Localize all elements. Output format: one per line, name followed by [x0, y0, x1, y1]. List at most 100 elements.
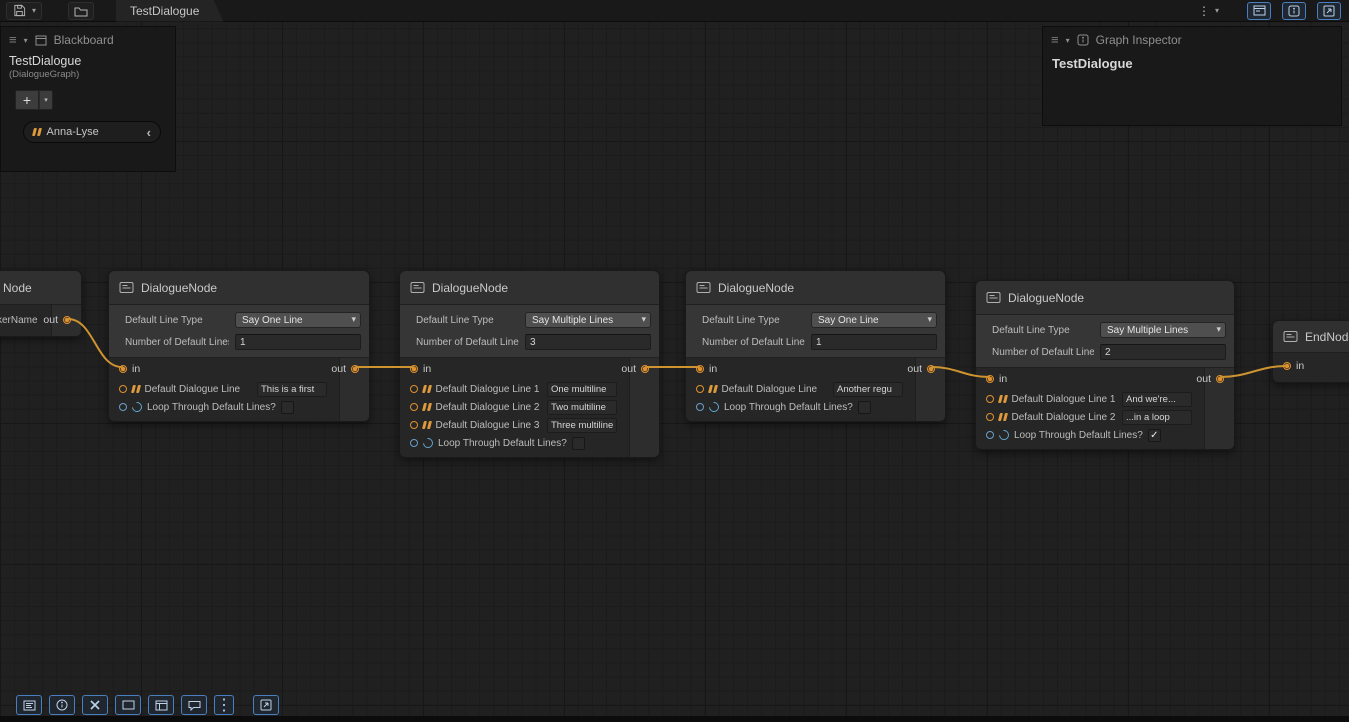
dialogue-node[interactable]: DialogueNode Default Line Type Say One L…	[685, 270, 946, 422]
end-node-icon	[1283, 330, 1298, 343]
num-lines-input[interactable]: 1	[811, 334, 937, 350]
out-port[interactable]	[1216, 375, 1224, 383]
line-port[interactable]	[410, 403, 418, 411]
line-port[interactable]	[410, 385, 418, 393]
node-title-bar[interactable]: Node	[0, 271, 81, 305]
panel-title: Blackboard	[54, 33, 114, 47]
line-port[interactable]	[696, 385, 704, 393]
dropdown-value: Say Multiple Lines	[1107, 325, 1188, 336]
in-port[interactable]	[119, 365, 127, 373]
node-title-bar[interactable]: EndNode	[1273, 321, 1349, 353]
collapse-caret-icon[interactable]: ▾	[24, 36, 28, 45]
line-port[interactable]	[410, 421, 418, 429]
loop-checkbox[interactable]	[858, 401, 871, 414]
fullscreen-overlay-button[interactable]	[253, 695, 279, 715]
node-title: DialogueNode	[1008, 291, 1084, 305]
loop-port[interactable]	[410, 439, 418, 447]
loop-checkbox[interactable]	[572, 437, 585, 450]
dialogue-line-input[interactable]: Two multiline	[547, 400, 617, 415]
loop-icon	[707, 400, 721, 414]
line-type-dropdown[interactable]: Say One Line	[235, 312, 361, 328]
blackboard-panel[interactable]: ≡ ▾ Blackboard TestDialogue (DialogueGra…	[0, 26, 176, 172]
out-port[interactable]	[927, 365, 935, 373]
out-port-label: out	[907, 363, 922, 375]
overlay-kebab-button[interactable]: ⋮	[214, 695, 234, 715]
graph-tab[interactable]: TestDialogue	[116, 0, 223, 22]
dialogue-line-input[interactable]: And we're...	[1122, 392, 1192, 407]
quote-icon	[33, 128, 41, 136]
property-label: Anna-Lyse	[47, 126, 99, 138]
dialogue-node[interactable]: DialogueNode Default Line Type Say Multi…	[975, 280, 1235, 450]
quote-icon	[423, 385, 431, 393]
dialogue-overlay-button[interactable]	[181, 695, 207, 715]
line-port[interactable]	[986, 413, 994, 421]
loop-checkbox[interactable]	[281, 401, 294, 414]
num-lines-input[interactable]: 2	[1100, 344, 1226, 360]
overlay-dropdown-caret[interactable]: ▾	[1212, 6, 1222, 15]
hamburger-icon[interactable]: ≡	[1051, 35, 1059, 45]
line-type-dropdown[interactable]: Say Multiple Lines	[1100, 322, 1226, 338]
line-type-dropdown[interactable]: Say Multiple Lines	[525, 312, 651, 328]
save-dropdown-caret[interactable]: ▾	[29, 6, 39, 15]
graph-canvas[interactable]: Node kerName out DialogueNode Default Li…	[0, 0, 1349, 722]
dialogue-node[interactable]: DialogueNode Default Line Type Say Multi…	[399, 270, 660, 458]
in-port[interactable]	[410, 365, 418, 373]
add-property-button[interactable]: +	[15, 90, 39, 110]
graph-inspector-panel[interactable]: ≡ ▾ Graph Inspector TestDialogue	[1042, 26, 1342, 126]
node-title: DialogueNode	[432, 281, 508, 295]
open-asset-button[interactable]	[68, 2, 94, 20]
dialogue-line-input[interactable]: ...in a loop	[1122, 410, 1192, 425]
toggle-inspector-button[interactable]	[1282, 2, 1306, 20]
in-port[interactable]	[986, 375, 994, 383]
dialogue-node-icon	[986, 291, 1001, 304]
graph-overlay-button[interactable]	[148, 695, 174, 715]
blackboard-icon	[35, 35, 47, 46]
save-button[interactable]	[9, 3, 29, 19]
loop-port[interactable]	[986, 431, 994, 439]
collapse-caret-icon[interactable]: ▾	[1066, 36, 1070, 45]
loop-checkbox[interactable]	[1148, 429, 1161, 442]
toggle-blackboard-button[interactable]	[1247, 2, 1271, 20]
out-port[interactable]	[641, 365, 649, 373]
end-node[interactable]: EndNode in	[1272, 320, 1349, 383]
node-title-bar[interactable]: DialogueNode	[976, 281, 1234, 315]
dialogue-line-input[interactable]: This is a first	[257, 382, 327, 397]
out-port[interactable]	[351, 365, 359, 373]
loop-label: Loop Through Default Lines?	[438, 438, 567, 449]
loop-port[interactable]	[119, 403, 127, 411]
in-port[interactable]	[696, 365, 704, 373]
in-port[interactable]	[1283, 362, 1291, 370]
dialogue-line-input[interactable]: Three multiline	[547, 418, 617, 433]
node-title: EndNode	[1305, 330, 1349, 344]
dialogue-node[interactable]: DialogueNode Default Line Type Say One L…	[108, 270, 370, 422]
node-title-bar[interactable]: DialogueNode	[400, 271, 659, 305]
out-port-label: out	[621, 363, 636, 375]
out-port[interactable]	[63, 316, 71, 324]
chevron-left-icon[interactable]: ‹	[147, 125, 151, 140]
hamburger-icon[interactable]: ≡	[9, 35, 17, 45]
line-type-dropdown[interactable]: Say One Line	[811, 312, 937, 328]
blackboard-overlay-button[interactable]	[16, 695, 42, 715]
node-title-bar[interactable]: DialogueNode	[686, 271, 945, 305]
add-property-dropdown[interactable]: ▾	[39, 90, 53, 110]
blackboard-property[interactable]: Anna-Lyse ‹	[23, 121, 161, 143]
line-port[interactable]	[986, 395, 994, 403]
dialogue-line-input[interactable]: One multiline	[547, 382, 617, 397]
quote-icon	[999, 413, 1007, 421]
tools-overlay-button[interactable]	[82, 695, 108, 715]
dialogue-line-input[interactable]: Another regu	[833, 382, 903, 397]
num-lines-input[interactable]: 1	[235, 334, 361, 350]
loop-port[interactable]	[696, 403, 704, 411]
line-port[interactable]	[119, 385, 127, 393]
speaker-node[interactable]: Node kerName out	[0, 270, 82, 337]
out-port-label: out	[331, 363, 346, 375]
dropdown-value: Say One Line	[242, 315, 303, 326]
field-label: Number of Default Lines	[702, 337, 805, 348]
minimap-overlay-button[interactable]	[115, 695, 141, 715]
quote-icon	[999, 395, 1007, 403]
toggle-minimap-button[interactable]	[1317, 2, 1341, 20]
kebab-menu-button[interactable]: ⋮	[1196, 4, 1212, 18]
inspector-overlay-button[interactable]	[49, 695, 75, 715]
num-lines-input[interactable]: 3	[525, 334, 651, 350]
node-title-bar[interactable]: DialogueNode	[109, 271, 369, 305]
